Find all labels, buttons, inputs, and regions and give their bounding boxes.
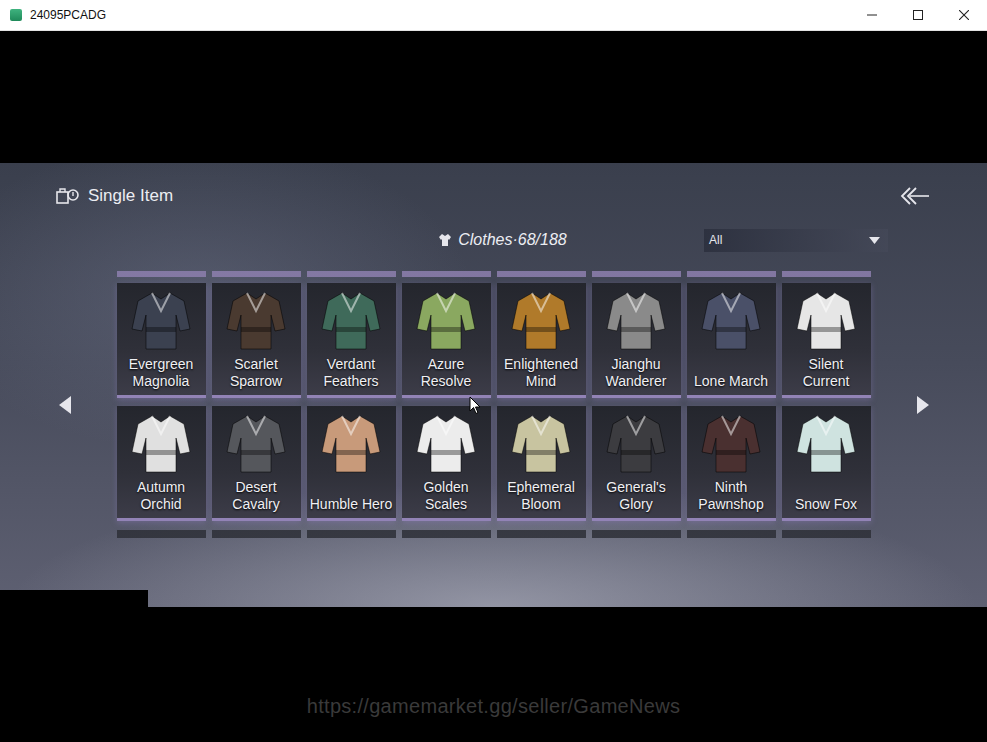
clothing-name: Lone March <box>694 373 768 390</box>
close-button[interactable] <box>941 0 987 31</box>
clothing-name: Autumn Orchid <box>119 479 204 513</box>
mouse-cursor-icon <box>469 396 481 415</box>
clothing-name: Azure Resolve <box>404 356 489 390</box>
garment-icon <box>320 289 382 353</box>
panel-header: Single Item <box>0 180 987 212</box>
clothing-card[interactable]: Desert Cavalry <box>212 406 301 521</box>
clothing-name: Verdant Feathers <box>309 356 394 390</box>
garment-icon <box>700 412 762 476</box>
wardrobe-panel: Single Item Clothes·68/188 All Evergreen Ma… <box>0 163 987 607</box>
clothing-card[interactable]: Scarlet Sparrow <box>212 283 301 398</box>
clothing-card[interactable]: Enlightened Mind <box>497 283 586 398</box>
close-icon <box>959 10 969 20</box>
clothing-card[interactable]: Snow Fox <box>782 406 871 521</box>
clothing-name: Scarlet Sparrow <box>214 356 299 390</box>
clothing-name: Silent Current <box>784 356 869 390</box>
clothing-name: Enlightened Mind <box>499 356 584 390</box>
shop-icon <box>56 186 80 206</box>
app-window: 24095PCADG Single Item Clothes·68/188 All Ev… <box>0 0 987 742</box>
garment-icon <box>415 289 477 353</box>
maximize-icon <box>913 10 923 20</box>
panel-title: Single Item <box>88 186 173 206</box>
next-page-button[interactable] <box>916 395 930 415</box>
arrow-left-icon <box>59 396 71 414</box>
clothing-card[interactable]: Lone March <box>687 283 776 398</box>
clothing-name: Snow Fox <box>795 496 857 513</box>
garment-icon <box>415 412 477 476</box>
item-grid-viewport: Evergreen Magnolia Scarlet Sparrow Verdant… <box>117 271 871 538</box>
letterbox-top <box>0 31 987 163</box>
garment-icon <box>795 289 857 353</box>
title-bar: 24095PCADG <box>0 0 987 31</box>
clothing-card[interactable]: Jianghu Wanderer <box>592 283 681 398</box>
clothes-counter: Clothes·68/188 <box>438 231 567 249</box>
clothing-card[interactable]: General's Glory <box>592 406 681 521</box>
watermark: https://gamemarket.gg/seller/GameNews <box>307 695 680 721</box>
garment-icon <box>225 289 287 353</box>
clothing-card[interactable]: Golden Scales <box>402 406 491 521</box>
clothing-name: General's Glory <box>594 479 679 513</box>
clothing-card[interactable]: Silent Current <box>782 283 871 398</box>
garment-icon <box>605 412 667 476</box>
clothing-card[interactable]: Ninth Pawnshop <box>687 406 776 521</box>
item-grid: Evergreen Magnolia Scarlet Sparrow Verdant… <box>117 283 871 521</box>
letterbox-bottom: https://gamemarket.gg/seller/GameNews <box>0 607 987 742</box>
partial-row <box>117 271 871 277</box>
black-corner <box>0 590 148 607</box>
filter-value: All <box>709 233 722 247</box>
maximize-button[interactable] <box>895 0 941 31</box>
app-icon <box>10 9 22 21</box>
previous-page-button[interactable] <box>58 395 72 415</box>
clothing-name: Humble Hero <box>310 496 392 513</box>
garment-icon <box>510 289 572 353</box>
garment-icon <box>225 412 287 476</box>
garment-icon <box>510 412 572 476</box>
clothing-name: Desert Cavalry <box>214 479 299 513</box>
clothing-name: Jianghu Wanderer <box>594 356 679 390</box>
garment-icon <box>605 289 667 353</box>
garment-icon <box>130 412 192 476</box>
clothing-card[interactable]: Azure Resolve <box>402 283 491 398</box>
clothing-name: Golden Scales <box>404 479 489 513</box>
clothing-card[interactable]: Ephemeral Bloom <box>497 406 586 521</box>
window-title: 24095PCADG <box>30 8 849 22</box>
garment-icon <box>320 412 382 476</box>
counter-text: Clothes·68/188 <box>458 231 567 249</box>
clothing-card[interactable]: Evergreen Magnolia <box>117 283 206 398</box>
partial-row <box>117 530 871 538</box>
item-browser: Evergreen Magnolia Scarlet Sparrow Verdant… <box>0 271 987 538</box>
counter-row: Clothes·68/188 All <box>0 228 987 252</box>
clothing-card[interactable]: Humble Hero <box>307 406 396 521</box>
arrow-right-icon <box>917 396 929 414</box>
clothing-name: Ephemeral Bloom <box>499 479 584 513</box>
minimize-button[interactable] <box>849 0 895 31</box>
garment-icon <box>795 412 857 476</box>
clothing-name: Evergreen Magnolia <box>119 356 204 390</box>
filter-dropdown[interactable]: All <box>704 229 888 252</box>
header-title-group: Single Item <box>56 186 173 206</box>
clothing-card[interactable]: Verdant Feathers <box>307 283 396 398</box>
minimize-icon <box>867 10 877 20</box>
clothing-card[interactable]: Autumn Orchid <box>117 406 206 521</box>
clothes-icon <box>438 233 452 247</box>
garment-icon <box>130 289 192 353</box>
chevron-down-icon <box>869 237 880 244</box>
garment-icon <box>700 289 762 353</box>
back-arrow-icon[interactable] <box>900 186 930 206</box>
clothing-name: Ninth Pawnshop <box>689 479 774 513</box>
